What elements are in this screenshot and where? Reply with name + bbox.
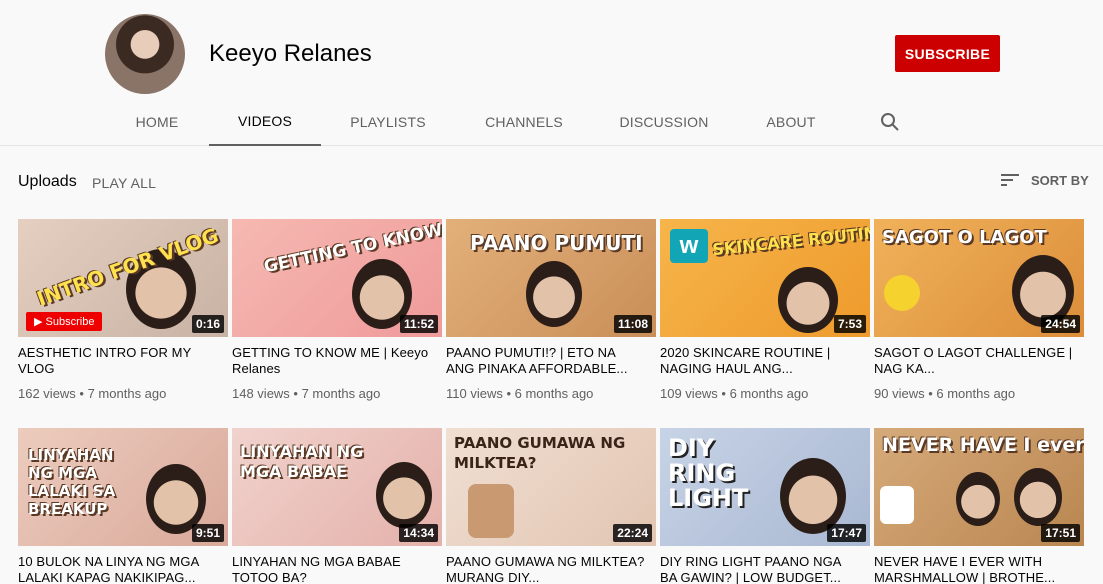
tab-channels[interactable]: CHANNELS bbox=[482, 98, 566, 146]
video-card[interactable]: w SKINCARE ROUTINE 7:53 2020 SKINCARE RO… bbox=[660, 219, 870, 401]
video-card[interactable]: DIY RING LIGHT 17:47 DIY RING LIGHT PAAN… bbox=[660, 428, 870, 584]
thumbnail-face bbox=[376, 462, 432, 528]
video-title[interactable]: LINYAHAN NG MGA BABAE TOTOO BA? bbox=[232, 554, 432, 584]
video-age: 7 months ago bbox=[301, 386, 381, 401]
video-title[interactable]: 2020 SKINCARE ROUTINE | NAGING HAUL ANG.… bbox=[660, 345, 860, 377]
video-meta: 109 views • 6 months ago bbox=[660, 386, 809, 401]
thumbnail-face bbox=[526, 261, 582, 327]
tab-about[interactable]: ABOUT bbox=[763, 98, 819, 146]
tab-playlists[interactable]: PLAYLISTS bbox=[348, 98, 428, 146]
thumbnail-face bbox=[778, 267, 838, 333]
video-meta: 162 views • 7 months ago bbox=[18, 386, 167, 401]
video-duration: 24:54 bbox=[1041, 315, 1080, 333]
uploads-label: Uploads bbox=[18, 173, 77, 190]
video-thumbnail[interactable]: w SKINCARE ROUTINE 7:53 bbox=[660, 219, 870, 337]
tab-home[interactable]: HOME bbox=[132, 98, 182, 146]
video-title[interactable]: DIY RING LIGHT PAANO NGA BA GAWIN? | LOW… bbox=[660, 554, 860, 584]
video-card[interactable]: GETTING TO KNOW ME 11:52 GETTING TO KNOW… bbox=[232, 219, 442, 401]
emoji-icon bbox=[884, 275, 920, 311]
sort-icon bbox=[1001, 174, 1019, 186]
video-duration: 22:24 bbox=[613, 524, 652, 542]
video-duration: 0:16 bbox=[191, 315, 224, 333]
play-all-button[interactable]: PLAY ALL bbox=[92, 175, 156, 191]
video-duration: 11:52 bbox=[399, 315, 438, 333]
thumbnail-face bbox=[1014, 468, 1062, 526]
video-title[interactable]: 10 BULOK NA LINYA NG MGA LALAKI KAPAG NA… bbox=[18, 554, 218, 584]
video-card[interactable]: INTRO FOR VLOG ▶ Subscribe 0:16 AESTHETI… bbox=[18, 219, 228, 401]
thumbnail-text: DIY RING LIGHT bbox=[668, 434, 749, 513]
subscribe-sticker: ▶ Subscribe bbox=[26, 312, 103, 331]
video-meta: 110 views • 6 months ago bbox=[446, 386, 594, 401]
channel-avatar[interactable] bbox=[105, 14, 185, 94]
video-duration: 9:51 bbox=[191, 524, 224, 542]
video-duration: 17:47 bbox=[827, 524, 866, 542]
thumbnail-text: PAANO GUMAWA NG MILKTEA? bbox=[454, 434, 626, 472]
video-meta: 148 views • 7 months ago bbox=[232, 386, 381, 401]
video-age: 6 months ago bbox=[514, 386, 594, 401]
brand-logo-icon: w bbox=[670, 229, 708, 263]
video-thumbnail[interactable]: INTRO FOR VLOG ▶ Subscribe 0:16 bbox=[18, 219, 228, 337]
tab-discussion[interactable]: DISCUSSION bbox=[618, 98, 710, 146]
video-title[interactable]: PAANO PUMUTI!? | ETO NA ANG PINAKA AFFOR… bbox=[446, 345, 646, 377]
video-views: 109 views bbox=[660, 386, 718, 401]
video-thumbnail[interactable]: SAGOT O LAGOT 24:54 bbox=[874, 219, 1084, 337]
video-card[interactable]: NEVER HAVE I ever 17:51 NEVER HAVE I EVE… bbox=[874, 428, 1084, 584]
channel-name: Keeyo Relanes bbox=[209, 40, 372, 67]
video-views: 90 views bbox=[874, 386, 925, 401]
video-thumbnail[interactable]: LINYAHAN NG MGA BABAE 14:34 bbox=[232, 428, 442, 546]
sort-by-label: SORT BY bbox=[1031, 172, 1089, 188]
video-card[interactable]: LINYAHAN NG MGA BABAE 14:34 LINYAHAN NG … bbox=[232, 428, 442, 584]
video-age: 6 months ago bbox=[729, 386, 809, 401]
sort-by-button[interactable]: SORT BY bbox=[1001, 172, 1089, 188]
video-views: 110 views bbox=[446, 386, 503, 401]
video-duration: 11:08 bbox=[613, 315, 652, 333]
video-age: 6 months ago bbox=[936, 386, 1016, 401]
video-thumbnail[interactable]: LINYAHAN NG MGA LALAKI SA BREAKUP 9:51 bbox=[18, 428, 228, 546]
video-meta: 90 views • 6 months ago bbox=[874, 386, 1016, 401]
video-card[interactable]: SAGOT O LAGOT 24:54 SAGOT O LAGOT CHALLE… bbox=[874, 219, 1084, 401]
channel-tabs: HOME VIDEOS PLAYLISTS CHANNELS DISCUSSIO… bbox=[0, 98, 1103, 146]
video-thumbnail[interactable]: PAANO PUMUTI 11:08 bbox=[446, 219, 656, 337]
channel-header: Keeyo Relanes SUBSCRIBE HOME VIDEOS PLAY… bbox=[0, 0, 1103, 146]
video-views: 148 views bbox=[232, 386, 290, 401]
video-card[interactable]: PAANO PUMUTI 11:08 PAANO PUMUTI!? | ETO … bbox=[446, 219, 656, 401]
video-title[interactable]: SAGOT O LAGOT CHALLENGE | NAG KA... bbox=[874, 345, 1074, 377]
thumbnail-text: SAGOT O LAGOT bbox=[882, 227, 1047, 248]
video-duration: 17:51 bbox=[1041, 524, 1080, 542]
subscribe-button[interactable]: SUBSCRIBE bbox=[895, 35, 1000, 72]
thumbnail-text: LINYAHAN NG MGA LALAKI SA BREAKUP bbox=[28, 446, 116, 518]
video-thumbnail[interactable]: PAANO GUMAWA NG MILKTEA? 22:24 bbox=[446, 428, 656, 546]
video-thumbnail[interactable]: GETTING TO KNOW ME 11:52 bbox=[232, 219, 442, 337]
video-duration: 7:53 bbox=[833, 315, 866, 333]
search-icon[interactable] bbox=[878, 110, 902, 134]
marshmallow-icon bbox=[880, 486, 914, 524]
thumbnail-text: LINYAHAN NG MGA BABAE bbox=[240, 442, 364, 481]
video-age: 7 months ago bbox=[87, 386, 167, 401]
video-thumbnail[interactable]: DIY RING LIGHT 17:47 bbox=[660, 428, 870, 546]
video-card[interactable]: PAANO GUMAWA NG MILKTEA? 22:24 PAANO GUM… bbox=[446, 428, 656, 584]
milktea-cup-icon bbox=[468, 484, 514, 538]
video-title[interactable]: AESTHETIC INTRO FOR MY VLOG bbox=[18, 345, 218, 377]
thumbnail-text: NEVER HAVE I ever bbox=[882, 434, 1084, 456]
video-title[interactable]: GETTING TO KNOW ME | Keeyo Relanes bbox=[232, 345, 432, 377]
video-title[interactable]: PAANO GUMAWA NG MILKTEA? MURANG DIY... bbox=[446, 554, 646, 584]
video-card[interactable]: LINYAHAN NG MGA LALAKI SA BREAKUP 9:51 1… bbox=[18, 428, 228, 584]
thumbnail-text: PAANO PUMUTI bbox=[470, 231, 643, 255]
video-thumbnail[interactable]: NEVER HAVE I ever 17:51 bbox=[874, 428, 1084, 546]
video-duration: 14:34 bbox=[399, 524, 438, 542]
video-views: 162 views bbox=[18, 386, 76, 401]
tab-videos[interactable]: VIDEOS bbox=[209, 98, 321, 146]
thumbnail-face bbox=[780, 458, 846, 534]
video-title[interactable]: NEVER HAVE I EVER WITH MARSHMALLOW | BRO… bbox=[874, 554, 1074, 584]
thumbnail-face bbox=[956, 472, 1000, 526]
